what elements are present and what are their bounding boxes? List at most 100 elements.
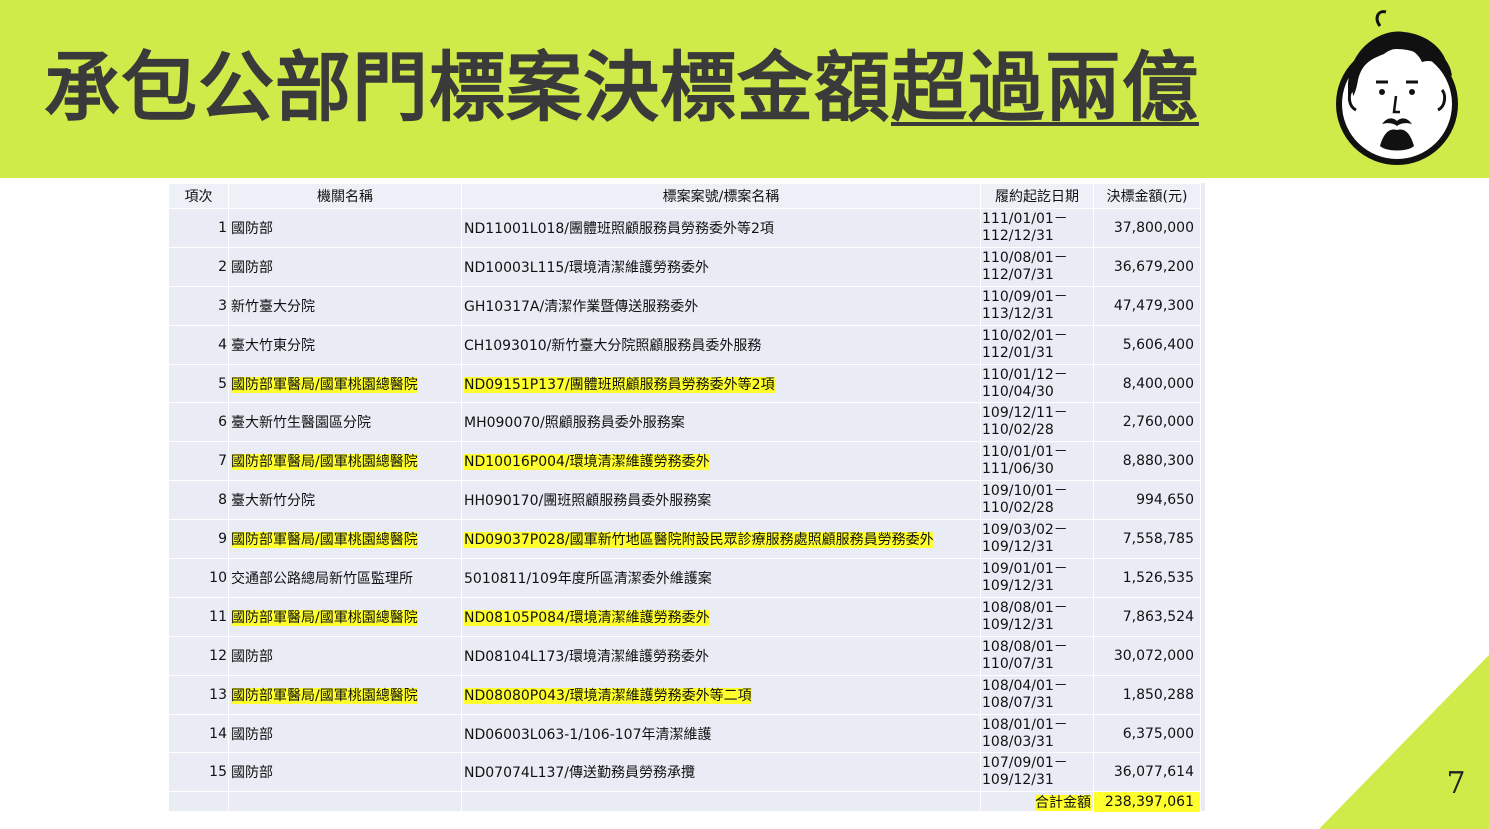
row-case: CH1093010/新竹臺大分院照顧服務員委外服務	[461, 324, 981, 365]
table-row: 14 國防部 ND06003L063-1/106-107年清潔維護 108/01/01…	[168, 713, 1201, 754]
row-amount: 37,800,000	[1093, 208, 1201, 248]
row-index: 8	[168, 480, 229, 521]
row-case-cell: ND08080P043/環境清潔維護勞務委外等二項	[461, 674, 981, 715]
row-agency: 新竹臺大分院	[228, 285, 462, 326]
header-amount: 決標金額(元)	[1093, 183, 1201, 209]
row-agency-cell: 國防部軍醫局/國軍桃園總醫院	[228, 596, 462, 637]
row-index: 6	[168, 402, 229, 443]
row-case-cell: ND09037P028/國軍新竹地區醫院附設民眾診療服務處照顧服務員勞務委外	[461, 519, 981, 560]
row-date: 109/01/01－109/12/31	[980, 558, 1094, 598]
row-agency: 國防部	[228, 246, 462, 287]
row-agency: 國防部	[228, 752, 462, 793]
row-case: ND09151P137/團體班照顧服務員勞務委外等2項	[464, 376, 775, 393]
row-date: 110/02/01－112/01/31	[980, 324, 1094, 365]
row-date: 108/01/01－108/03/31	[980, 713, 1094, 754]
row-date: 109/12/11－110/02/28	[980, 402, 1094, 443]
table-row: 13 國防部軍醫局/國軍桃園總醫院 ND08080P043/環境清潔維護勞務委外等二…	[168, 674, 1201, 715]
row-agency: 國防部	[228, 713, 462, 754]
row-date: 109/10/01－110/02/28	[980, 480, 1094, 521]
total-label-cell: 合計金額	[980, 791, 1094, 814]
table-row: 10 交通部公路總局新竹區監理所 5010811/109年度所區清潔委外維護案 109…	[168, 558, 1201, 598]
contracts-table: 項次 機關名稱 標案案號/標案名稱 履約起訖日期 決標金額(元) 1 國防部 ND1…	[168, 183, 1201, 814]
row-case: ND08105P084/環境清潔維護勞務委外	[464, 609, 710, 626]
page-number: 7	[1446, 766, 1466, 801]
row-case: HH090170/團班照顧服務員委外服務案	[461, 480, 981, 521]
row-agency: 國防部軍醫局/國軍桃園總醫院	[231, 376, 418, 393]
row-agency: 國防部軍醫局/國軍桃園總醫院	[231, 687, 418, 704]
header-agency: 機關名稱	[228, 183, 462, 209]
row-case-cell: ND10016P004/環境清潔維護勞務委外	[461, 441, 981, 482]
table-row: 7 國防部軍醫局/國軍桃園總醫院 ND10016P004/環境清潔維護勞務委外 110…	[168, 441, 1201, 482]
row-case: ND10003L115/環境清潔維護勞務委外	[461, 246, 981, 287]
row-amount: 8,880,300	[1093, 441, 1201, 482]
row-date: 110/01/01－111/06/30	[980, 441, 1094, 482]
row-index: 1	[168, 208, 229, 248]
row-case: ND09037P028/國軍新竹地區醫院附設民眾診療服務處照顧服務員勞務委外	[464, 532, 934, 549]
row-amount: 30,072,000	[1093, 635, 1201, 676]
table-row: 6 臺大新竹生醫園區分院 MH090070/照顧服務員委外服務案 109/12/11－…	[168, 402, 1201, 443]
row-agency: 國防部軍醫局/國軍桃園總醫院	[231, 609, 418, 626]
row-index: 12	[168, 635, 229, 676]
header-case: 標案案號/標案名稱	[461, 183, 981, 209]
table-row: 1 國防部 ND11001L018/團體班照顧服務員勞務委外等2項 111/01/01…	[168, 208, 1201, 248]
row-index: 3	[168, 285, 229, 326]
row-index: 5	[168, 363, 229, 404]
row-agency-cell: 國防部軍醫局/國軍桃園總醫院	[228, 441, 462, 482]
row-index: 14	[168, 713, 229, 754]
row-amount: 1,526,535	[1093, 558, 1201, 598]
slide-title: 承包公部門標案決標金額超過兩億	[44, 38, 1199, 138]
row-case: ND11001L018/團體班照顧服務員勞務委外等2項	[461, 208, 981, 248]
row-amount: 5,606,400	[1093, 324, 1201, 365]
table-row: 4 臺大竹東分院 CH1093010/新竹臺大分院照顧服務員委外服務 110/02/0…	[168, 324, 1201, 365]
row-amount: 994,650	[1093, 480, 1201, 521]
cartoon-man-face-icon	[1336, 10, 1458, 165]
table-row: 15 國防部 ND07074L137/傳送勤務員勞務承攬 107/09/01－109/…	[168, 752, 1201, 793]
table-row: 5 國防部軍醫局/國軍桃園總醫院 ND09151P137/團體班照顧服務員勞務委外等…	[168, 363, 1201, 404]
row-case: MH090070/照顧服務員委外服務案	[461, 402, 981, 443]
row-index: 10	[168, 558, 229, 598]
row-amount: 8,400,000	[1093, 363, 1201, 404]
table-row: 11 國防部軍醫局/國軍桃園總醫院 ND08105P084/環境清潔維護勞務委外 10…	[168, 596, 1201, 637]
row-agency: 國防部軍醫局/國軍桃園總醫院	[231, 532, 418, 549]
row-case-cell: ND08105P084/環境清潔維護勞務委外	[461, 596, 981, 637]
row-amount: 36,077,614	[1093, 752, 1201, 793]
header-index: 項次	[168, 183, 229, 209]
total-label: 合計金額	[1035, 795, 1091, 812]
row-agency: 國防部軍醫局/國軍桃園總醫院	[231, 454, 418, 471]
row-amount: 47,479,300	[1093, 285, 1201, 326]
contracts-table-container: 項次 機關名稱 標案案號/標案名稱 履約起訖日期 決標金額(元) 1 國防部 ND1…	[168, 183, 1205, 814]
header-date: 履約起訖日期	[980, 183, 1094, 209]
row-agency: 臺大竹東分院	[228, 324, 462, 365]
row-date: 109/03/02－109/12/31	[980, 519, 1094, 560]
table-row: 12 國防部 ND08104L173/環境清潔維護勞務委外 108/08/01－110…	[168, 635, 1201, 676]
table-header-row: 項次 機關名稱 標案案號/標案名稱 履約起訖日期 決標金額(元)	[168, 183, 1201, 209]
row-amount: 1,850,288	[1093, 674, 1201, 715]
row-case: ND07074L137/傳送勤務員勞務承攬	[461, 752, 981, 793]
row-date: 108/08/01－110/07/31	[980, 635, 1094, 676]
row-amount: 36,679,200	[1093, 246, 1201, 287]
row-date: 107/09/01－109/12/31	[980, 752, 1094, 793]
row-index: 4	[168, 324, 229, 365]
row-agency: 國防部	[228, 635, 462, 676]
row-agency-cell: 國防部軍醫局/國軍桃園總醫院	[228, 674, 462, 715]
row-case: ND10016P004/環境清潔維護勞務委外	[464, 454, 710, 471]
row-case: ND08080P043/環境清潔維護勞務委外等二項	[464, 687, 752, 704]
title-emphasis: 超過兩億	[891, 43, 1199, 132]
row-amount: 6,375,000	[1093, 713, 1201, 754]
green-triangle-decoration	[1319, 655, 1489, 829]
row-date: 110/08/01－112/07/31	[980, 246, 1094, 287]
row-agency-cell: 國防部軍醫局/國軍桃園總醫院	[228, 519, 462, 560]
row-amount: 7,863,524	[1093, 596, 1201, 637]
row-agency: 臺大新竹生醫園區分院	[228, 402, 462, 443]
table-row: 3 新竹臺大分院 GH10317A/清潔作業暨傳送服務委外 110/09/01－113…	[168, 285, 1201, 326]
row-amount: 2,760,000	[1093, 402, 1201, 443]
title-main: 承包公部門標案決標金額	[44, 43, 891, 132]
table-row: 2 國防部 ND10003L115/環境清潔維護勞務委外 110/08/01－112/…	[168, 246, 1201, 287]
row-index: 13	[168, 674, 229, 715]
row-case: GH10317A/清潔作業暨傳送服務委外	[461, 285, 981, 326]
total-amount: 238,397,061	[1093, 791, 1201, 814]
table-row: 8 臺大新竹分院 HH090170/團班照顧服務員委外服務案 109/10/01－11…	[168, 480, 1201, 521]
row-case-cell: ND09151P137/團體班照顧服務員勞務委外等2項	[461, 363, 981, 404]
row-date: 108/04/01－108/07/31	[980, 674, 1094, 715]
row-index: 7	[168, 441, 229, 482]
